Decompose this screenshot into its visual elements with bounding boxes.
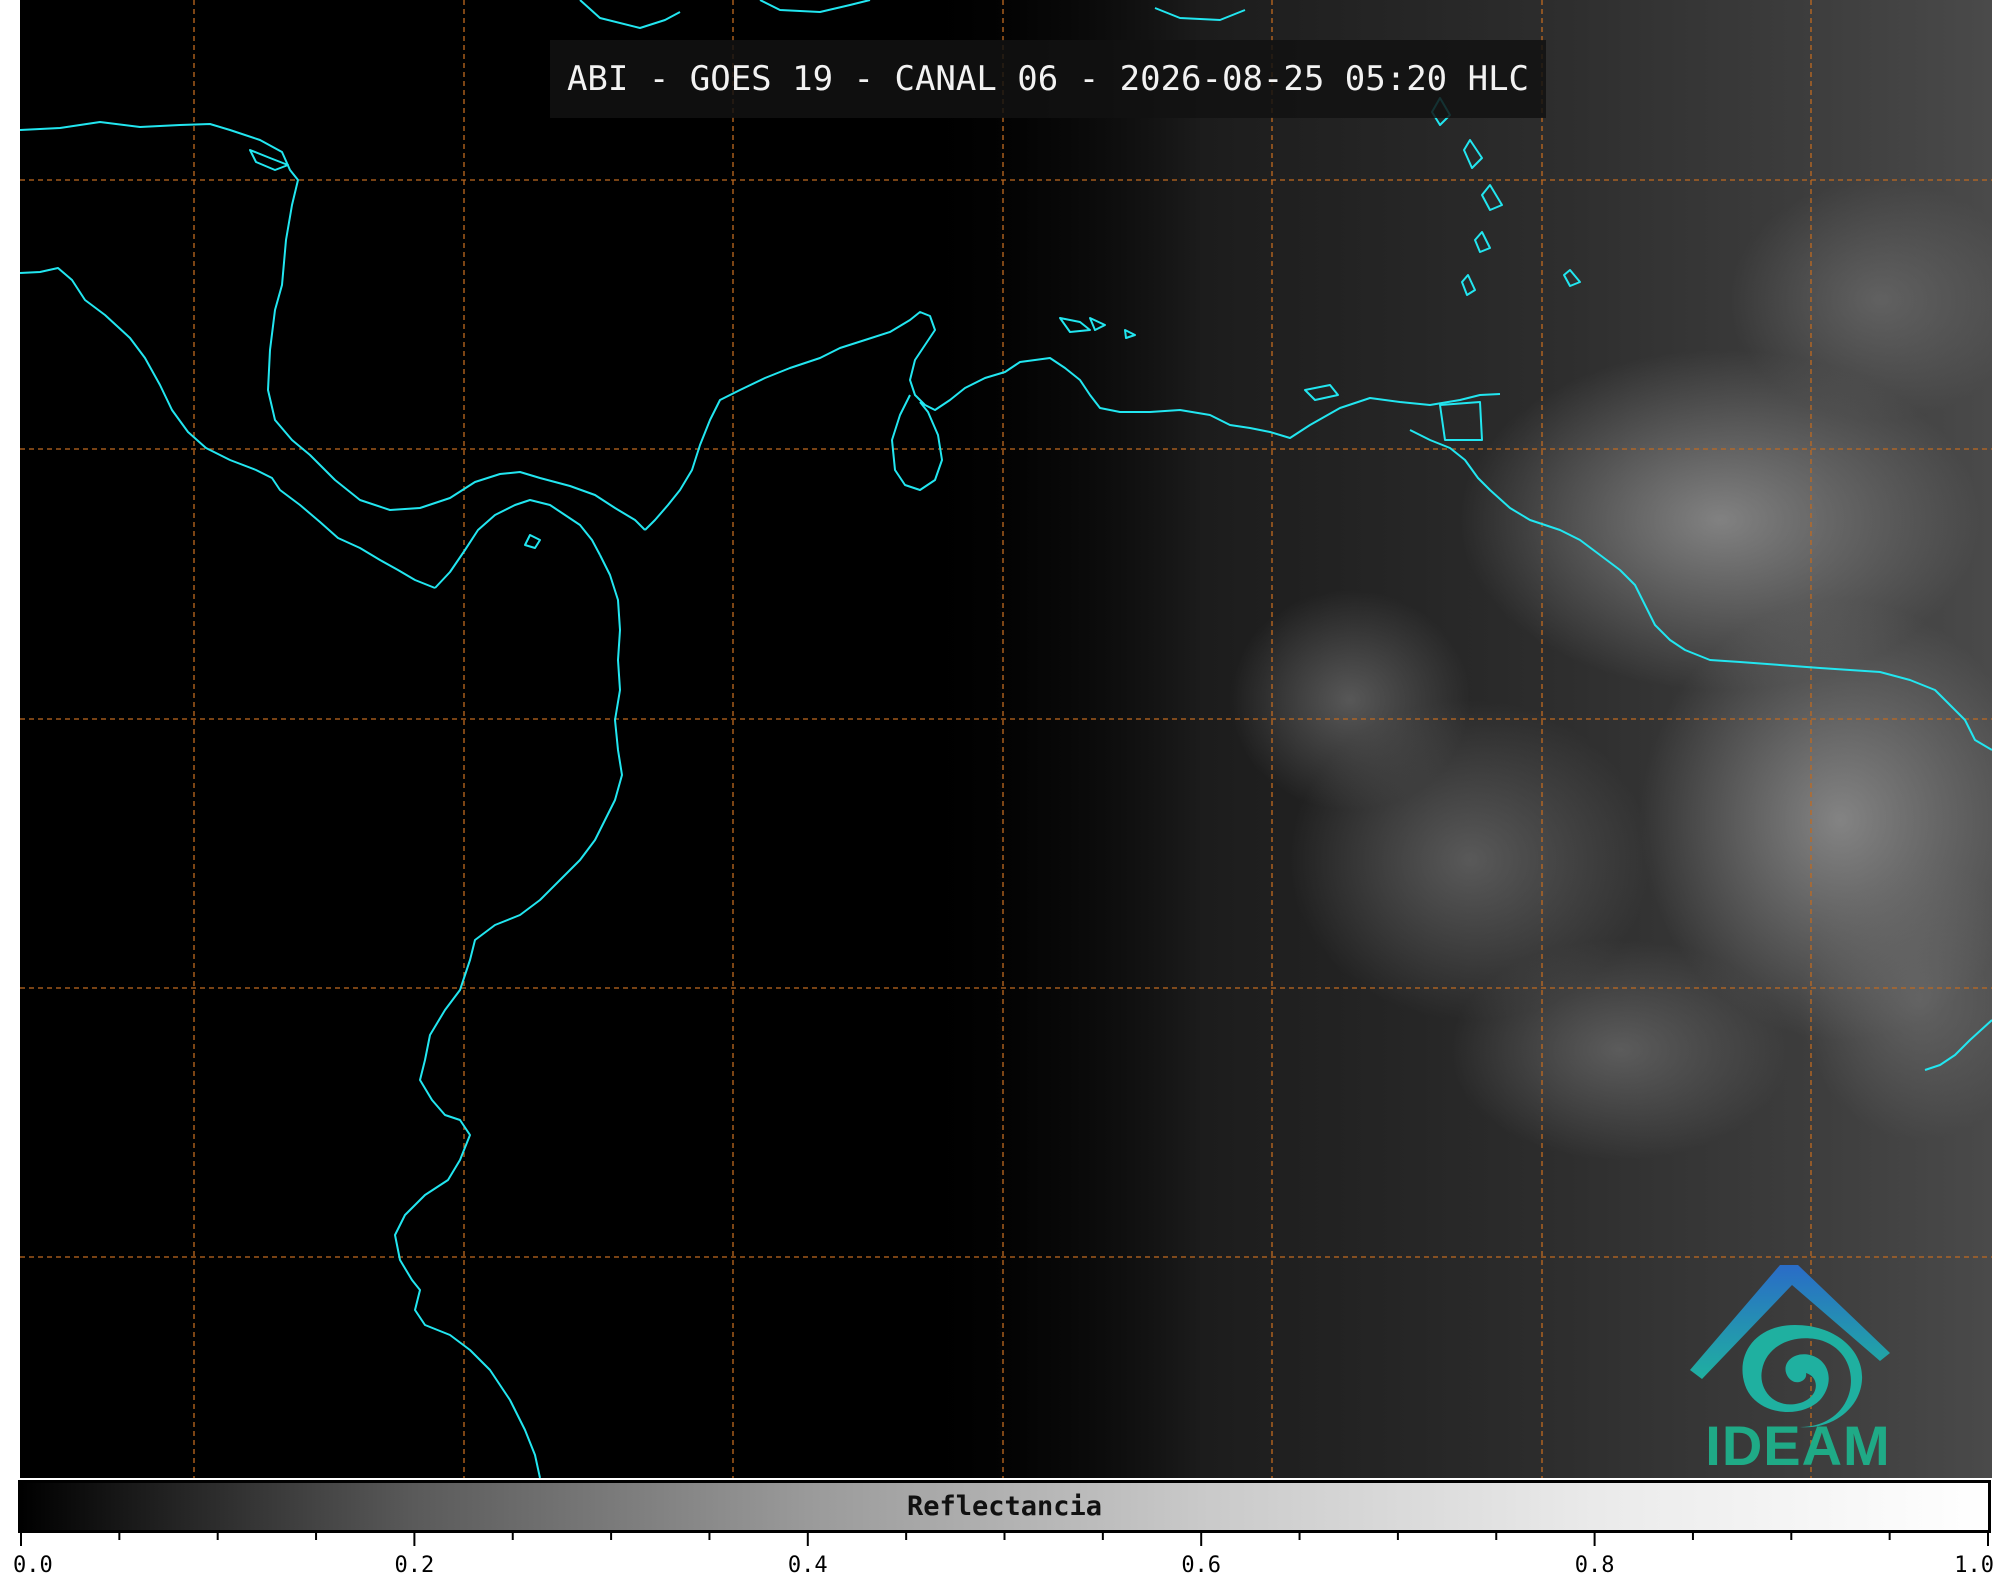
map-title: ABI - GOES 19 - CANAL 06 - 2026-08-25 05… [550, 40, 1546, 118]
colorbar-tick-label: 0.4 [787, 1553, 828, 1578]
colorbar-tick-label: 0.6 [1181, 1553, 1222, 1578]
colorbar-label: Reflectancia [906, 1491, 1103, 1522]
colorbar-tick-label: 0.0 [13, 1553, 53, 1578]
ideam-logo-text: IDEAM [1705, 1414, 1891, 1477]
colorbar-ticks [20, 1530, 1989, 1546]
colorbar-tick-label: 0.2 [394, 1553, 435, 1578]
colorbar-tick-label: 1.0 [1954, 1553, 1994, 1578]
satellite-map: ABI - GOES 19 - CANAL 06 - 2026-08-25 05… [20, 0, 1992, 1478]
colorbar: Reflectancia [18, 1480, 1991, 1533]
colorbar-tick-label: 0.8 [1574, 1553, 1615, 1578]
